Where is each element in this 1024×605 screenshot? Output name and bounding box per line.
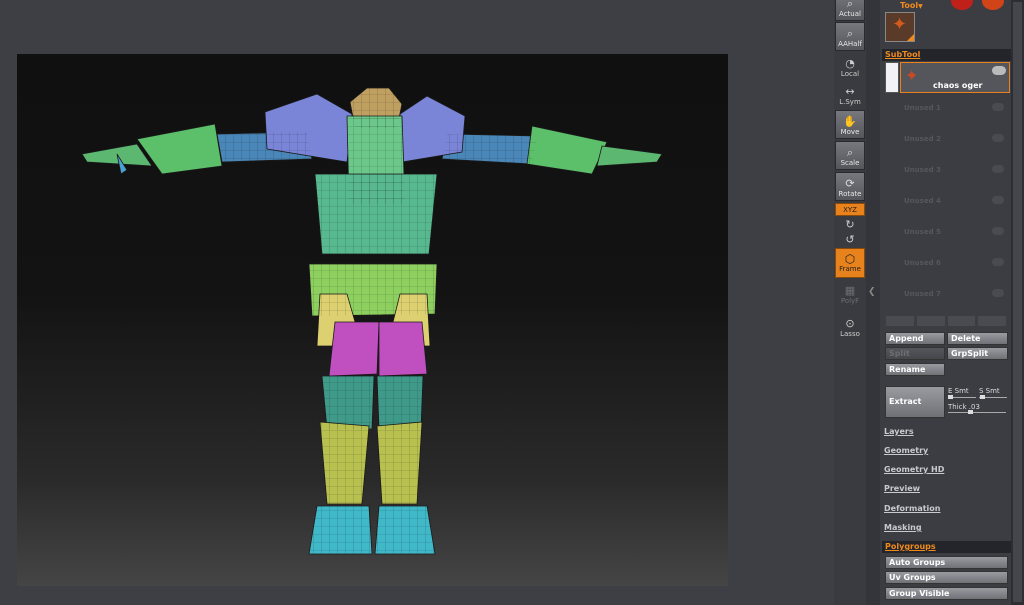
thick-knob[interactable] [968,410,973,414]
ogre-figure-icon: ✦ [892,14,908,35]
subtool-slot[interactable]: Unused 2 [904,135,941,143]
subtool-name: chaos oger [933,81,983,90]
thick-track[interactable] [948,412,1006,413]
rotate-icon: ⟳ [845,177,855,190]
eye-icon[interactable] [992,134,1004,142]
subtool-slot[interactable]: Unused 5 [904,228,941,236]
eye-icon[interactable] [992,258,1004,266]
s-smt-knob[interactable] [980,395,985,399]
e-smt-knob[interactable] [948,395,953,399]
tool-thumbnail[interactable]: ✦ [885,12,915,42]
eye-icon[interactable] [992,196,1004,204]
local-icon: ◔ [845,57,855,70]
geometry-menu[interactable]: Geometry [884,446,928,455]
eye-icon[interactable] [992,289,1004,297]
symmetry-icon: ↔ [845,85,855,98]
material-sphere-icon[interactable] [951,0,973,10]
scale-icon: ⌕ [846,146,854,159]
eye-icon[interactable] [992,227,1004,235]
subtool-slot[interactable]: Unused 1 [904,104,941,112]
polyf-button[interactable]: ▦ PolyF [835,284,865,306]
nav-prev-button[interactable] [947,316,976,326]
eye-icon[interactable] [992,165,1004,173]
geometry-hd-menu[interactable]: Geometry HD [884,465,944,474]
xyz-button[interactable]: XYZ [835,203,865,216]
tool-tray: Tool▼ ✦ SubTool ✦ chaos oger Unused 1 Un… [880,0,1011,605]
rotate-z-icon: ↺ [845,233,855,246]
material-sphere-icon[interactable] [982,0,1004,10]
ogre-figure-icon: ✦ [905,66,919,85]
scrollbar-thumb[interactable] [1013,2,1022,602]
subtool-slot[interactable]: Unused 4 [904,197,941,205]
corner-marker-icon [907,34,914,41]
nav-next-button[interactable] [978,316,1006,326]
tray-scrollbar[interactable] [1011,0,1024,605]
subtool-header[interactable]: SubTool [882,49,1011,61]
auto-groups-button[interactable]: Auto Groups [885,556,1008,569]
subtool-visibility-swatch[interactable] [885,62,899,93]
actual-button[interactable]: ⌕ Actual [835,0,865,21]
lasso-icon: ⊙ [845,317,855,330]
lsym-button[interactable]: ↔ L.Sym [835,85,865,107]
append-button[interactable]: Append [885,332,945,345]
scale-button[interactable]: ⌕ Scale [835,141,865,170]
rotate-button[interactable]: ⟳ Rotate [835,172,865,201]
right-shelf: ⌕ Actual ⌕ AAHalf ◔ Local ↔ L.Sym ✋ Move… [834,0,866,605]
collapse-arrow-icon[interactable]: ❮ [868,287,876,297]
eye-icon[interactable] [992,66,1006,75]
polygroups-header[interactable]: Polygroups [882,541,1011,553]
tray-divider[interactable]: ❮ [866,0,880,605]
subtool-nav-buttons [886,316,1006,326]
magnifier-icon: ⌕ [846,0,854,10]
ogre-model [81,87,663,555]
preview-menu[interactable]: Preview [884,484,920,493]
rotate-y-icon: ↻ [845,218,855,231]
rotate-y-button[interactable]: ↻ [835,219,865,231]
local-button[interactable]: ◔ Local [835,57,865,79]
move-button[interactable]: ✋ Move [835,110,865,139]
extract-button[interactable]: Extract [885,386,945,418]
nav-up-button[interactable] [886,316,914,326]
polyframe-icon: ▦ [844,284,856,297]
subtool-active-item[interactable]: ✦ chaos oger [900,62,1010,93]
hand-icon: ✋ [843,115,857,128]
deformation-menu[interactable]: Deformation [884,504,940,513]
frame-button[interactable]: ⬡ Frame [835,248,865,278]
grpsplit-button[interactable]: GrpSplit [947,347,1008,360]
lasso-button[interactable]: ⊙ Lasso [835,317,865,339]
subtool-slot[interactable]: Unused 3 [904,166,941,174]
e-smt-slider[interactable]: E Smt [948,387,969,395]
magnifier-icon: ⌕ [846,27,854,40]
rotate-z-button[interactable]: ↺ [835,234,865,246]
nav-down-button[interactable] [916,316,945,326]
split-button[interactable]: Split [885,347,945,360]
canvas-area [0,0,834,605]
eye-icon[interactable] [992,103,1004,111]
layers-menu[interactable]: Layers [884,427,914,436]
rename-button[interactable]: Rename [885,363,945,376]
uv-groups-button[interactable]: Uv Groups [885,571,1008,584]
tool-menu-label[interactable]: Tool▼ [900,1,923,10]
aahalf-button[interactable]: ⌕ AAHalf [835,22,865,51]
subtool-slot[interactable]: Unused 6 [904,259,941,267]
masking-menu[interactable]: Masking [884,523,922,532]
group-visible-button[interactable]: Group Visible [885,587,1008,600]
dropdown-arrow-icon: ▼ [918,3,923,10]
3d-viewport[interactable] [17,54,728,586]
subtool-slot[interactable]: Unused 7 [904,290,941,298]
delete-button[interactable]: Delete [947,332,1008,345]
cube-icon: ⬡ [844,252,856,266]
thick-slider[interactable]: Thick .03 [948,403,980,411]
s-smt-slider[interactable]: S Smt [979,387,1000,395]
